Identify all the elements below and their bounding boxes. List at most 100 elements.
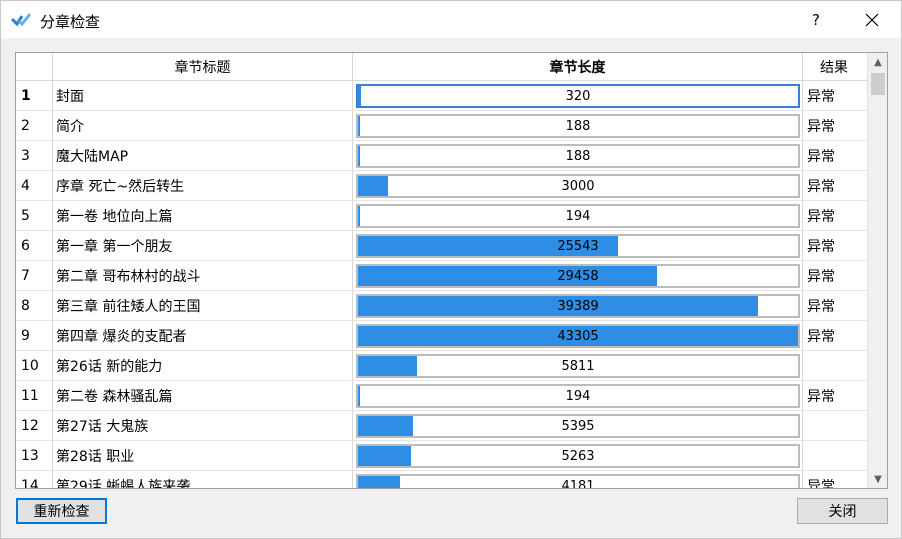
table-row[interactable]: 12 第27话 大鬼族 5395 [16,411,867,441]
result-cell[interactable]: 异常 [803,171,867,201]
scroll-up-arrow-icon[interactable]: ▲ [868,53,887,71]
chapter-title-cell[interactable]: 第一章 第一个朋友 [53,231,353,261]
length-value: 25543 [557,238,599,254]
length-value: 5263 [561,448,595,464]
table-row[interactable]: 8 第三章 前往矮人的王国 39389 异常 [16,291,867,321]
row-number[interactable]: 3 [16,141,53,171]
result-cell[interactable] [803,411,867,441]
header-chapter-title[interactable]: 章节标题 [53,53,353,81]
result-cell[interactable]: 异常 [803,141,867,171]
chapter-title-cell[interactable]: 封面 [53,81,353,111]
table-row[interactable]: 5 第一卷 地位向上篇 194 异常 [16,201,867,231]
result-cell[interactable] [803,351,867,381]
result-cell[interactable]: 异常 [803,111,867,141]
length-progress-bar: 39389 [356,294,800,318]
scroll-down-arrow-icon[interactable]: ▼ [868,470,887,488]
table-row[interactable]: 1 封面 320 异常 [16,81,867,111]
row-number[interactable]: 1 [16,81,53,111]
chapter-title-cell[interactable]: 第28话 职业 [53,441,353,471]
chapter-title-cell[interactable]: 简介 [53,111,353,141]
table-row[interactable]: 3 魔大陆MAP 188 异常 [16,141,867,171]
table-row[interactable]: 6 第一章 第一个朋友 25543 异常 [16,231,867,261]
dialog-body: 章节标题 章节长度 结果 1 封面 320 异常 2 简介 188 异常 3 魔大陆MAP 188 异… [0,38,902,539]
length-progress-bar: 194 [356,384,800,408]
chapter-title-cell[interactable]: 魔大陆MAP [53,141,353,171]
vertical-scrollbar[interactable]: ▲ ▼ [867,53,887,488]
chapter-length-cell[interactable]: 5395 [353,411,803,441]
chapter-title-cell[interactable]: 第二卷 森林骚乱篇 [53,381,353,411]
row-number[interactable]: 10 [16,351,53,381]
chapter-length-cell[interactable]: 3000 [353,171,803,201]
chapter-length-cell[interactable]: 194 [353,381,803,411]
header-chapter-length[interactable]: 章节长度 [353,53,803,81]
close-button[interactable]: 关闭 [797,498,888,524]
table-row[interactable]: 10 第26话 新的能力 5811 [16,351,867,381]
length-value: 4181 [561,478,595,489]
result-cell[interactable]: 异常 [803,381,867,411]
chapter-title-cell[interactable]: 第二章 哥布林村的战斗 [53,261,353,291]
row-number[interactable]: 5 [16,201,53,231]
length-value: 5395 [561,418,595,434]
chapter-title-cell[interactable]: 第三章 前往矮人的王国 [53,291,353,321]
chapter-length-cell[interactable]: 188 [353,141,803,171]
chapter-length-cell[interactable]: 25543 [353,231,803,261]
row-number[interactable]: 7 [16,261,53,291]
row-number[interactable]: 14 [16,471,53,488]
length-progress-bar: 3000 [356,174,800,198]
row-number[interactable]: 9 [16,321,53,351]
table-row[interactable]: 13 第28话 职业 5263 [16,441,867,471]
result-cell[interactable]: 异常 [803,321,867,351]
chapter-length-cell[interactable]: 39389 [353,291,803,321]
chapter-table[interactable]: 章节标题 章节长度 结果 1 封面 320 异常 2 简介 188 异常 3 魔大陆MAP 188 异… [15,52,888,489]
chapter-length-cell[interactable]: 43305 [353,321,803,351]
chapter-length-cell[interactable]: 188 [353,111,803,141]
result-cell[interactable]: 异常 [803,81,867,111]
chapter-length-cell[interactable]: 4181 [353,471,803,489]
result-cell[interactable]: 异常 [803,231,867,261]
length-progress-bar: 5811 [356,354,800,378]
chapter-length-cell[interactable]: 5263 [353,441,803,471]
recheck-button[interactable]: 重新检查 [16,498,107,524]
table-row[interactable]: 2 简介 188 异常 [16,111,867,141]
table-row[interactable]: 4 序章 死亡~然后转生 3000 异常 [16,171,867,201]
length-progress-bar: 5395 [356,414,800,438]
length-progress-bar: 188 [356,114,800,138]
row-number[interactable]: 13 [16,441,53,471]
chapter-title-cell[interactable]: 第四章 爆炎的支配者 [53,321,353,351]
length-value: 188 [565,118,591,134]
chapter-title-cell[interactable]: 第一卷 地位向上篇 [53,201,353,231]
table-row[interactable]: 14 第29话 蜥蜴人族来袭 4181 异常 [16,471,867,489]
length-progress-bar: 194 [356,204,800,228]
help-button[interactable]: ? [797,1,835,39]
row-number[interactable]: 8 [16,291,53,321]
length-value: 194 [565,388,591,404]
row-number[interactable]: 4 [16,171,53,201]
table-row[interactable]: 9 第四章 爆炎的支配者 43305 异常 [16,321,867,351]
table-row[interactable]: 7 第二章 哥布林村的战斗 29458 异常 [16,261,867,291]
chapter-title-cell[interactable]: 第27话 大鬼族 [53,411,353,441]
app-check-icon [11,13,31,27]
scroll-thumb[interactable] [871,73,885,95]
chapter-title-cell[interactable]: 序章 死亡~然后转生 [53,171,353,201]
title-bar: 分章检查 ? [0,0,902,38]
length-progress-bar: 43305 [356,324,800,348]
table-row[interactable]: 11 第二卷 森林骚乱篇 194 异常 [16,381,867,411]
chapter-length-cell[interactable]: 29458 [353,261,803,291]
chapter-length-cell[interactable]: 194 [353,201,803,231]
window-close-button[interactable] [849,1,895,39]
chapter-title-cell[interactable]: 第29话 蜥蜴人族来袭 [53,471,353,488]
result-cell[interactable]: 异常 [803,291,867,321]
row-number[interactable]: 6 [16,231,53,261]
row-number[interactable]: 2 [16,111,53,141]
row-number[interactable]: 11 [16,381,53,411]
result-cell[interactable]: 异常 [803,261,867,291]
result-cell[interactable]: 异常 [803,201,867,231]
row-number[interactable]: 12 [16,411,53,441]
result-cell[interactable]: 异常 [803,471,867,489]
header-result[interactable]: 结果 [803,53,865,81]
chapter-title-cell[interactable]: 第26话 新的能力 [53,351,353,381]
chapter-length-cell[interactable]: 320 [353,81,803,111]
table-header: 章节标题 章节长度 结果 [16,53,867,81]
chapter-length-cell[interactable]: 5811 [353,351,803,381]
result-cell[interactable] [803,441,867,471]
